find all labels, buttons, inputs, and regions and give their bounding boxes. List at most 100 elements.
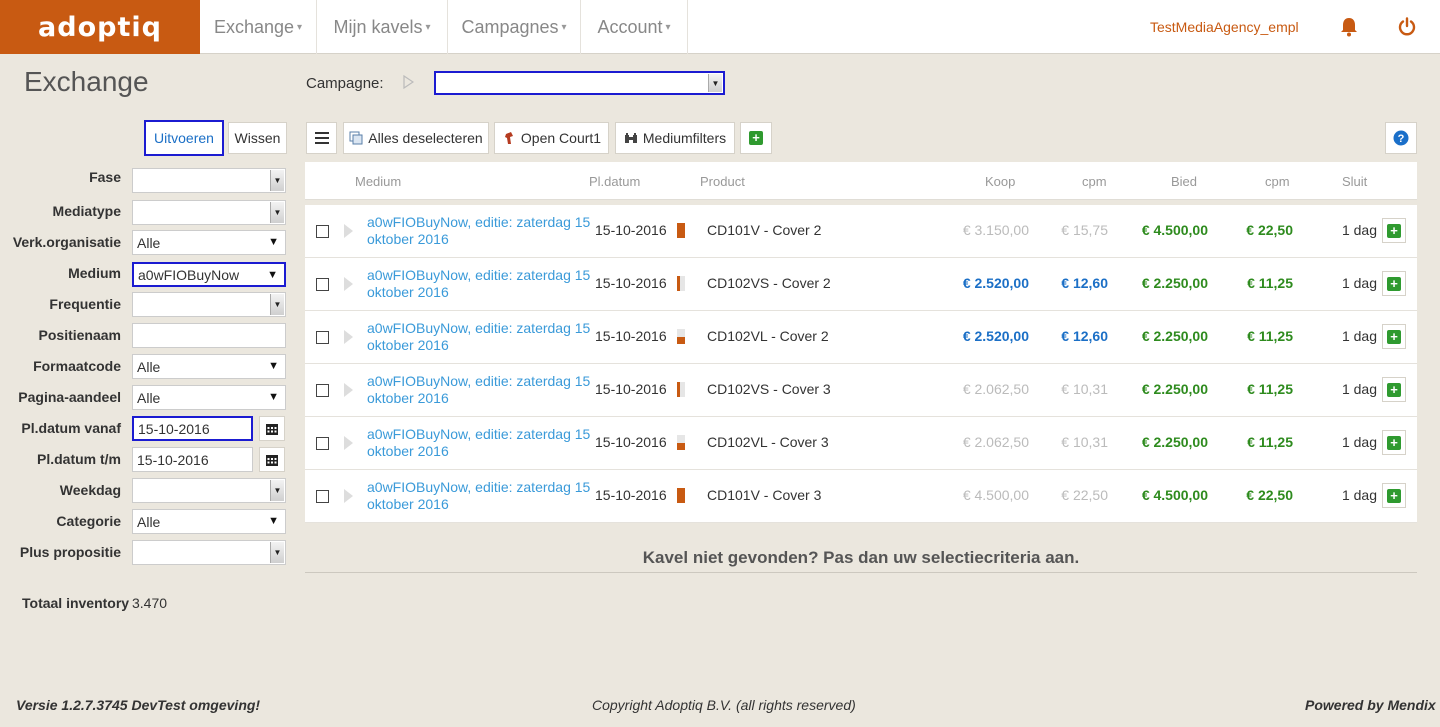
filter-fase-select[interactable]: ▼ (132, 168, 286, 193)
user-name[interactable]: TestMediaAgency_empl (1150, 0, 1299, 54)
nav-campagnes[interactable]: Campagnes ▾ (448, 0, 581, 54)
chevron-down-icon: ▼ (268, 236, 279, 248)
row-buy-cpm: € 12,60 (1061, 275, 1108, 291)
expand-icon[interactable] (344, 277, 353, 291)
add-icon: + (749, 131, 763, 145)
date-to-value: 15-10-2016 (137, 451, 209, 468)
col-bid-cpm[interactable]: cpm (1265, 174, 1290, 189)
table-row[interactable]: a0wFIOBuyNow, editie: zaterdag 15 oktobe… (305, 470, 1417, 523)
col-close[interactable]: Sluit (1342, 174, 1367, 189)
chevron-down-icon: ▼ (267, 269, 278, 281)
table-row[interactable]: a0wFIOBuyNow, editie: zaterdag 15 oktobe… (305, 311, 1417, 364)
expand-icon[interactable] (344, 436, 353, 450)
filter-verk-organisatie-value: Alle (137, 234, 161, 251)
row-checkbox[interactable] (316, 331, 329, 344)
filter-label-medium: Medium (68, 265, 121, 281)
col-product[interactable]: Product (700, 174, 745, 189)
row-checkbox[interactable] (316, 490, 329, 503)
help-button[interactable]: ? (1385, 122, 1417, 154)
expand-icon[interactable] (344, 383, 353, 397)
row-medium-link[interactable]: a0wFIOBuyNow, editie: zaterdag 15 oktobe… (367, 320, 595, 354)
row-bid-price[interactable]: € 2.250,00 (1115, 381, 1208, 397)
col-buy-cpm[interactable]: cpm (1082, 174, 1107, 189)
row-checkbox[interactable] (316, 278, 329, 291)
calendar-icon[interactable] (259, 416, 285, 441)
list-menu-button[interactable] (306, 122, 337, 154)
row-add-button[interactable]: + (1382, 218, 1406, 243)
row-buy-price[interactable]: € 4.500,00 (925, 487, 1029, 503)
row-bid-price[interactable]: € 4.500,00 (1115, 487, 1208, 503)
col-bid[interactable]: Bied (1171, 174, 1197, 189)
row-buy-price[interactable]: € 2.520,00 (925, 275, 1029, 291)
filter-plus-propositie-select[interactable]: ▼ (132, 540, 286, 565)
bell-icon[interactable] (1340, 17, 1358, 37)
date-to-input[interactable]: 15-10-2016 (132, 447, 253, 472)
col-date[interactable]: Pl.datum (589, 174, 640, 189)
row-medium-link[interactable]: a0wFIOBuyNow, editie: zaterdag 15 oktobe… (367, 373, 595, 407)
row-medium-link[interactable]: a0wFIOBuyNow, editie: zaterdag 15 oktobe… (367, 267, 595, 301)
filter-medium-select[interactable]: a0wFIOBuyNow ▼ (132, 262, 286, 287)
calendar-icon[interactable] (259, 447, 285, 472)
filter-categorie-select[interactable]: Alle ▼ (132, 509, 286, 534)
chevron-down-icon: ▾ (425, 21, 431, 33)
row-medium-link[interactable]: a0wFIOBuyNow, editie: zaterdag 15 oktobe… (367, 479, 595, 513)
add-button[interactable]: + (740, 122, 772, 154)
row-add-button[interactable]: + (1382, 271, 1406, 296)
row-add-button[interactable]: + (1382, 324, 1406, 349)
col-medium[interactable]: Medium (355, 174, 401, 189)
row-bid-price[interactable]: € 2.250,00 (1115, 434, 1208, 450)
expand-icon[interactable] (344, 330, 353, 344)
filter-positienaam-input[interactable] (132, 323, 286, 348)
row-add-button[interactable]: + (1382, 377, 1406, 402)
run-button[interactable]: Uitvoeren (144, 120, 224, 156)
row-add-button[interactable]: + (1382, 483, 1406, 508)
row-bid-price[interactable]: € 2.250,00 (1115, 328, 1208, 344)
medium-filters-button[interactable]: Mediumfilters (615, 122, 735, 154)
footer-version: Versie 1.2.7.3745 DevTest omgeving! (16, 697, 261, 713)
row-checkbox[interactable] (316, 437, 329, 450)
filter-frequentie-select[interactable]: ▼ (132, 292, 286, 317)
expand-icon[interactable] (344, 489, 353, 503)
expand-icon[interactable] (344, 224, 353, 238)
row-buy-price[interactable]: € 2.062,50 (925, 381, 1029, 397)
table-row[interactable]: a0wFIOBuyNow, editie: zaterdag 15 oktobe… (305, 364, 1417, 417)
nav-exchange-label: Exchange (213, 16, 295, 37)
row-buy-price[interactable]: € 2.062,50 (925, 434, 1029, 450)
row-medium-link[interactable]: a0wFIOBuyNow, editie: zaterdag 15 oktobe… (367, 426, 595, 460)
filter-formaatcode-value: Alle (137, 358, 161, 375)
filter-verk-organisatie-select[interactable]: Alle ▼ (132, 230, 286, 255)
power-icon[interactable] (1397, 17, 1417, 37)
filter-mediatype-select[interactable]: ▼ (132, 200, 286, 225)
row-buy-price[interactable]: € 3.150,00 (925, 222, 1029, 238)
row-buy-price[interactable]: € 2.520,00 (925, 328, 1029, 344)
app-logo[interactable]: adoptiq (0, 0, 200, 54)
row-date: 15-10-2016 (595, 222, 667, 238)
list-icon (314, 132, 329, 144)
table-row[interactable]: a0wFIOBuyNow, editie: zaterdag 15 oktobe… (305, 258, 1417, 311)
open-court-label: Open Court1 (520, 130, 602, 146)
row-bid-price[interactable]: € 4.500,00 (1115, 222, 1208, 238)
nav-mijn-kavels[interactable]: Mijn kavels ▾ (317, 0, 448, 54)
play-icon[interactable] (402, 75, 414, 89)
nav-exchange[interactable]: Exchange ▾ (200, 0, 317, 54)
row-medium-link[interactable]: a0wFIOBuyNow, editie: zaterdag 15 oktobe… (367, 214, 595, 248)
row-checkbox[interactable] (316, 225, 329, 238)
date-from-input[interactable]: 15-10-2016 (132, 416, 253, 441)
row-close: 1 dag (1341, 328, 1377, 344)
filter-categorie-value: Alle (137, 513, 161, 530)
col-buy[interactable]: Koop (985, 174, 1015, 189)
row-checkbox[interactable] (316, 384, 329, 397)
table-row[interactable]: a0wFIOBuyNow, editie: zaterdag 15 oktobe… (305, 417, 1417, 470)
open-court-button[interactable]: Open Court1 (494, 122, 609, 154)
filter-weekdag-select[interactable]: ▼ (132, 478, 286, 503)
deselect-all-button[interactable]: Alles deselecteren (343, 122, 489, 154)
filter-pagina-aandeel-select[interactable]: Alle ▼ (132, 385, 286, 410)
nav-account[interactable]: Account ▾ (581, 0, 688, 54)
table-row[interactable]: a0wFIOBuyNow, editie: zaterdag 15 oktobe… (305, 205, 1417, 258)
clear-button[interactable]: Wissen (228, 122, 287, 154)
filter-label-datum-tm: Pl.datum t/m (36, 451, 121, 467)
row-add-button[interactable]: + (1382, 430, 1406, 455)
filter-formaatcode-select[interactable]: Alle ▼ (132, 354, 286, 379)
row-bid-price[interactable]: € 2.250,00 (1115, 275, 1208, 291)
campaign-select[interactable]: ▼ (434, 71, 725, 95)
